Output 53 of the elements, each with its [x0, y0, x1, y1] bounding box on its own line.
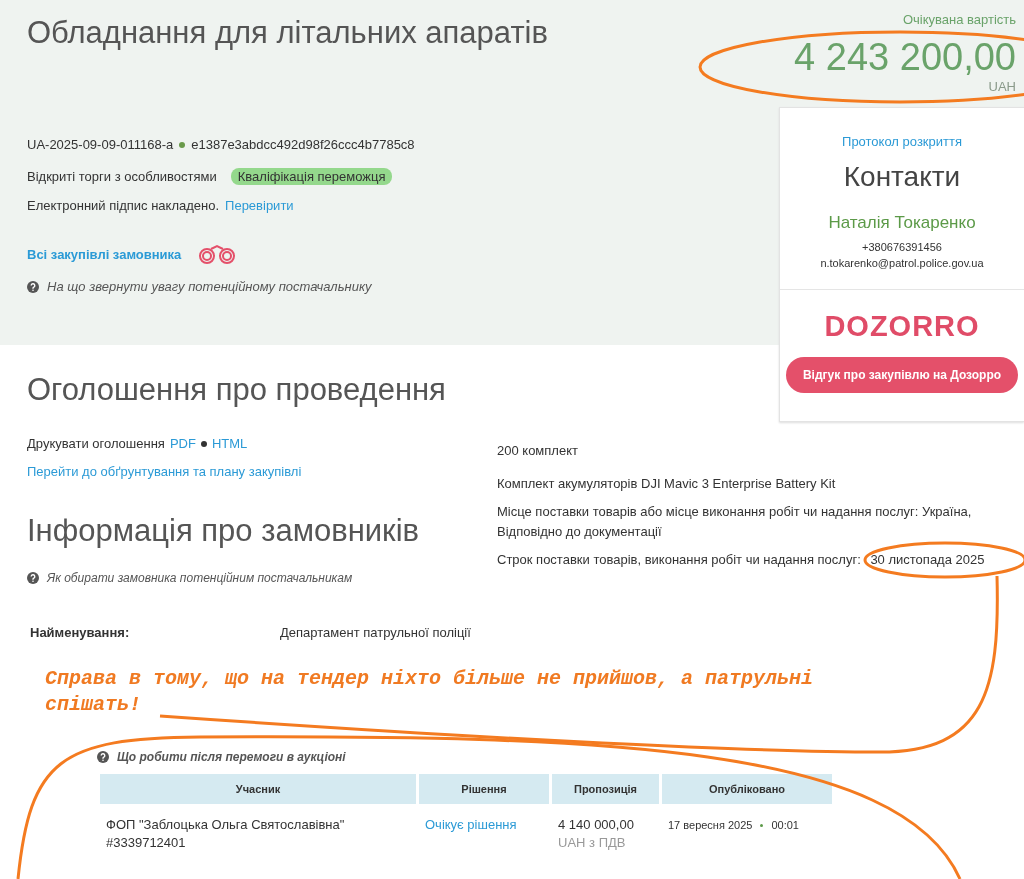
section-title: Оголошення про проведення	[27, 372, 447, 409]
column-header: Рішення	[419, 774, 549, 804]
print-link[interactable]: HTML	[211, 436, 248, 451]
print-label: Друкувати оголошення	[27, 436, 165, 451]
status-dot	[179, 141, 186, 148]
contact-name: Наталія Токаренко	[828, 212, 976, 233]
field-value: Департамент патрульної поліції	[280, 625, 472, 640]
participant-name: ФОП "Заблоцька Ольга Святославівна"	[106, 816, 346, 834]
column-header: Учасник	[100, 774, 416, 804]
buyer-tenders-link[interactable]: Всі закупівлі замовника	[27, 246, 182, 262]
delivery-term-value: 30 листопада 2025	[870, 552, 985, 567]
procedure-type: Відкриті торги з особливостями	[27, 169, 217, 185]
dozorro-logo: DOZORRO	[824, 309, 980, 343]
hint-text: На що звернути увагу потенційному постачальнику	[47, 279, 372, 295]
plan-link[interactable]: Перейти до обґрунтування та плану закупівлі	[27, 464, 302, 479]
offer-amount: 4 140 000,00	[558, 816, 635, 834]
hint-text: Як обирати замовника потенційним постачальникам	[47, 571, 353, 585]
contacts-title: Контакти	[843, 160, 961, 193]
offer-currency: UAH з ПДВ	[558, 834, 627, 852]
price-label: Очікувана вартість	[902, 12, 1016, 27]
decision-link[interactable]: Очікує рішення	[425, 817, 517, 832]
delivery-term-label: Строк поставки товарів, виконання робіт чи надання послуг:	[497, 552, 861, 567]
currency: UAH	[988, 78, 1016, 94]
signature-text: Електронний підпис накладено.	[27, 198, 220, 214]
separator-dot	[200, 440, 207, 447]
contact-phone: +380676391456	[862, 239, 942, 255]
tender-hash: e1387e3abdcc492d98f26ccc4b7785c8	[191, 137, 415, 153]
feedback-button[interactable]: Відгук про закупівлю на Дозорро	[785, 356, 1019, 393]
help-icon	[27, 572, 39, 584]
annotation-text: Справа в тому, що на тендер ніхто більше не прийшов, а патрульні спішать!	[45, 666, 815, 718]
publish-date: 17 вересня 2025	[668, 818, 753, 833]
help-icon	[27, 280, 39, 293]
separator-dot	[760, 823, 764, 827]
print-link[interactable]: PDF	[169, 436, 196, 451]
price-amount: 4 243 200,00	[794, 36, 1016, 78]
binoculars-icon[interactable]	[197, 243, 238, 266]
participant-id: #3339712401	[106, 834, 187, 852]
hint-text: Що робити після перемоги в аукціоні	[117, 750, 346, 764]
column-header: Пропозиція	[552, 774, 659, 804]
item-description: Комплект акумуляторів DJI Mavic 3 Enterprise Battery Kit	[497, 475, 837, 493]
contact-email: n.tokarenko@patrol.police.gov.ua	[820, 255, 984, 271]
protocol-link[interactable]: Протокол розкриття	[842, 133, 962, 149]
page-title: Обладнання для літальних апаратів	[27, 14, 549, 52]
publish-time: 00:01	[771, 818, 799, 833]
delivery-place: Місце поставки товарів або місце виконання робіт чи надання послуг: Україна, Відповідно до документації	[497, 503, 973, 541]
item-quantity: 200 комплект	[497, 442, 579, 460]
status-badge: Кваліфікація переможця	[230, 168, 393, 186]
column-header: Опубліковано	[662, 774, 832, 804]
tender-id: UA-2025-09-09-011168-a	[27, 137, 174, 153]
field-label: Найменування:	[30, 625, 131, 640]
verify-link[interactable]: Перевірити	[225, 198, 294, 214]
help-icon	[97, 751, 109, 763]
section-title: Інформація про замовників	[27, 513, 421, 549]
